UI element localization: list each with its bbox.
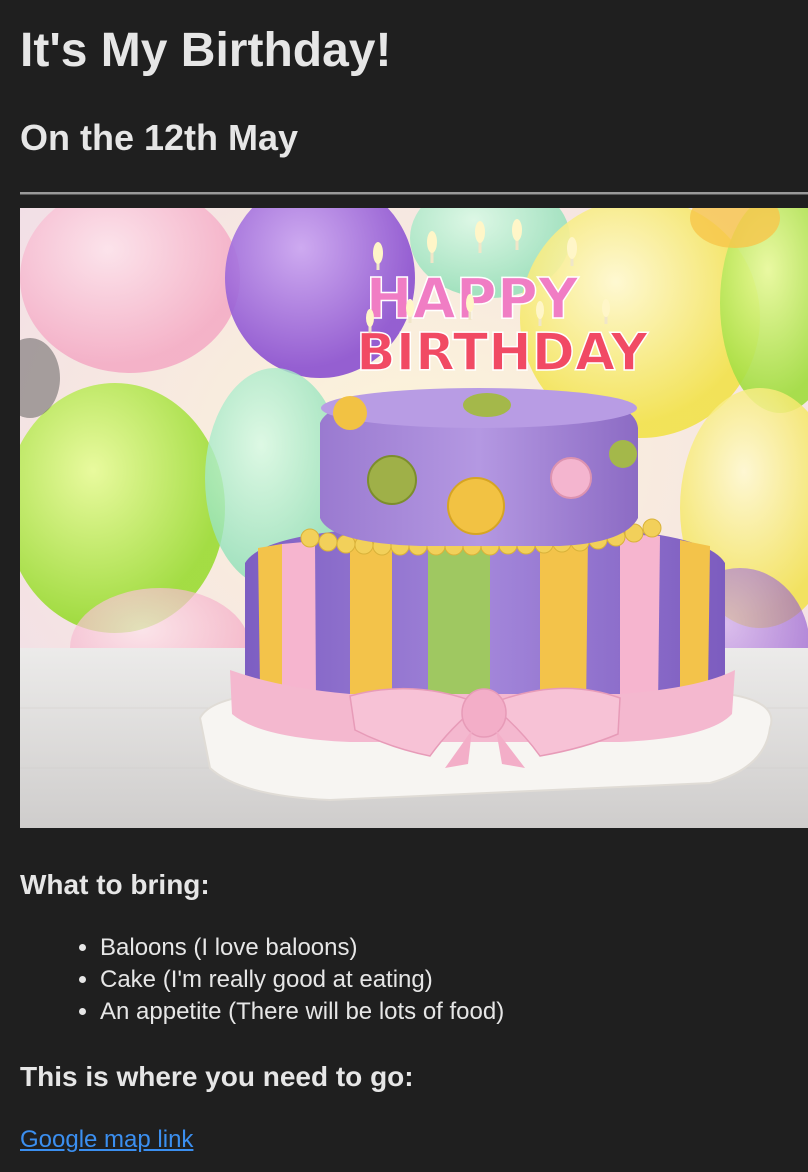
- list-item: Cake (I'm really good at eating): [100, 964, 504, 996]
- bring-list: Baloons (I love baloons) Cake (I'm reall…: [20, 932, 504, 1028]
- horizontal-divider: [20, 192, 808, 195]
- party-date: On the 12th May: [20, 117, 299, 158]
- svg-text:BIRTHDAY: BIRTHDAY: [356, 323, 649, 383]
- list-item: Baloons (I love baloons): [100, 932, 504, 964]
- location-heading: This is where you need to go:: [20, 1061, 414, 1092]
- google-map-link[interactable]: Google map link: [20, 1124, 193, 1156]
- birthday-cake-image: HAPPY BIRTHDAY: [20, 208, 808, 828]
- cake-illustration: HAPPY BIRTHDAY: [20, 208, 808, 828]
- page-title: It's My Birthday!: [20, 24, 392, 77]
- list-item: An appetite (There will be lots of food): [100, 996, 504, 1028]
- what-to-bring-heading: What to bring:: [20, 869, 210, 900]
